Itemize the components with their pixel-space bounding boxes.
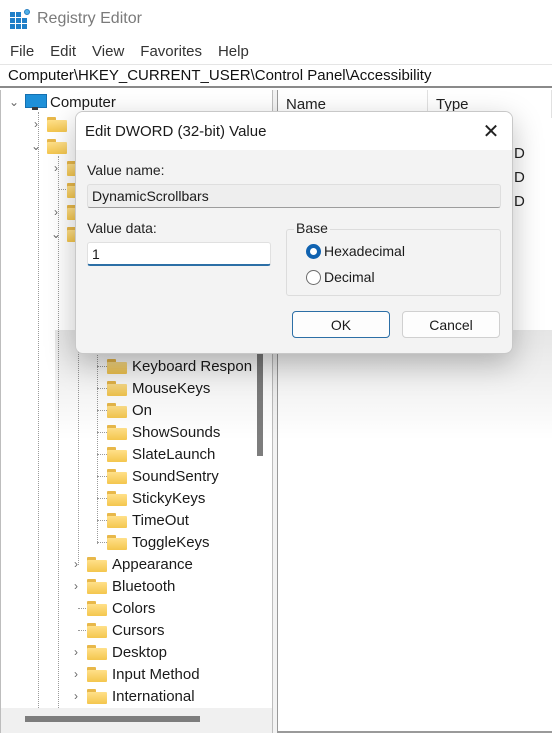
folder-icon: [107, 490, 127, 506]
window-title: Registry Editor: [37, 10, 142, 27]
chevron-down-icon[interactable]: ⌄: [49, 227, 63, 241]
value-data-label: Value data:: [87, 220, 157, 236]
menu-help[interactable]: Help: [218, 43, 249, 60]
folder-icon: [87, 600, 107, 616]
tree-item-soundsentry[interactable]: SoundSentry: [89, 465, 219, 487]
base-label: Base: [294, 220, 330, 236]
folder-icon: [107, 446, 127, 462]
cancel-button[interactable]: Cancel: [402, 311, 500, 338]
registry-editor-icon: [10, 9, 30, 29]
tree-item-showsounds[interactable]: ShowSounds: [89, 421, 220, 443]
folder-icon: [87, 688, 107, 704]
tree-horizontal-scrollbar-thumb[interactable]: [25, 716, 200, 722]
folder-icon: [87, 666, 107, 682]
tree-item-label: Appearance: [112, 555, 193, 573]
value-data-input[interactable]: 1: [87, 242, 271, 266]
base-group: [286, 229, 501, 296]
close-button[interactable]: ✕: [476, 116, 506, 146]
computer-icon: [25, 94, 47, 110]
chevron-right-icon[interactable]: ›: [69, 667, 83, 681]
tree-item-togglekeys[interactable]: ToggleKeys: [89, 531, 210, 553]
dialog-title: Edit DWORD (32-bit) Value: [85, 122, 267, 140]
folder-icon: [107, 380, 127, 396]
chevron-down-icon[interactable]: ⌄: [29, 139, 43, 153]
close-icon: ✕: [482, 120, 500, 143]
radio-checked-icon[interactable]: [306, 243, 321, 259]
folder-icon: [47, 116, 67, 132]
tree-item-slatelaunch[interactable]: SlateLaunch: [89, 443, 215, 465]
tree-item[interactable]: ›: [29, 113, 72, 135]
tree-item-timeout[interactable]: TimeOut: [89, 509, 189, 531]
radio-unchecked-icon[interactable]: [306, 269, 321, 285]
folder-icon: [107, 424, 127, 440]
chevron-right-icon[interactable]: ›: [69, 579, 83, 593]
tree-item-label: International: [112, 687, 195, 705]
tree-item-input-method[interactable]: › Input Method: [69, 663, 200, 685]
folder-icon: [107, 468, 127, 484]
address-path[interactable]: Computer\HKEY_CURRENT_USER\Control Panel…: [8, 67, 431, 84]
tree-item-label: Bluetooth: [112, 577, 176, 595]
chevron-right-icon[interactable]: ›: [49, 161, 63, 175]
tree-item-label: On: [132, 401, 153, 419]
tree-item-label: Computer: [50, 93, 116, 111]
edit-dword-dialog: Edit DWORD (32-bit) Value ✕ Value name: …: [75, 111, 513, 354]
tree-item-mousekeys[interactable]: MouseKeys: [89, 377, 210, 399]
tree-item-label: Desktop: [112, 643, 168, 661]
folder-icon: [87, 578, 107, 594]
menu-favorites[interactable]: Favorites: [140, 43, 202, 60]
chevron-right-icon[interactable]: ›: [29, 117, 43, 131]
tree-item-label: TimeOut: [132, 511, 189, 529]
tree-item-label: StickyKeys: [132, 489, 206, 507]
chevron-right-icon[interactable]: ›: [69, 557, 83, 571]
tree-item-label: ToggleKeys: [132, 533, 210, 551]
tree-item-cursors[interactable]: Cursors: [69, 619, 165, 641]
menu-view[interactable]: View: [92, 43, 124, 60]
menu-bar: File Edit View Favorites Help: [0, 38, 552, 64]
type-cell: D: [514, 169, 525, 186]
folder-icon: [87, 556, 107, 572]
chevron-right-icon[interactable]: ›: [69, 689, 83, 703]
radio-hexadecimal[interactable]: Hexadecimal: [306, 243, 405, 259]
tree-item[interactable]: ⌄: [29, 135, 72, 157]
folder-icon: [107, 402, 127, 418]
value-name-label: Value name:: [87, 162, 165, 178]
menu-edit[interactable]: Edit: [50, 43, 76, 60]
tree-item-bluetooth[interactable]: › Bluetooth: [69, 575, 175, 597]
dialog-title-bar: Edit DWORD (32-bit) Value ✕: [76, 112, 512, 150]
tree-item-appearance[interactable]: › Appearance: [69, 553, 193, 575]
title-bar: Registry Editor: [0, 0, 552, 38]
type-cell: D: [514, 193, 525, 210]
tree-item-label: Input Method: [112, 665, 200, 683]
type-cell: D: [514, 145, 525, 162]
tree-item-stickykeys[interactable]: StickyKeys: [89, 487, 205, 509]
tree-vertical-scrollbar-thumb[interactable]: [257, 352, 263, 456]
folder-icon: [87, 644, 107, 660]
tree-item-label: Keyboard Respon: [132, 357, 253, 375]
tree-item-label: MouseKeys: [132, 379, 211, 397]
folder-icon: [107, 358, 127, 374]
chevron-right-icon[interactable]: ›: [69, 645, 83, 659]
address-bar[interactable]: Computer\HKEY_CURRENT_USER\Control Panel…: [0, 64, 552, 88]
tree-item-label: SlateLaunch: [132, 445, 216, 463]
folder-icon: [87, 622, 107, 638]
tree-item-international[interactable]: › International: [69, 685, 195, 707]
tree-item-label: SoundSentry: [132, 467, 219, 485]
tree-item-colors[interactable]: Colors: [69, 597, 155, 619]
value-name-field[interactable]: DynamicScrollbars: [87, 184, 501, 208]
menu-file[interactable]: File: [10, 43, 34, 60]
folder-icon: [107, 534, 127, 550]
chevron-right-icon[interactable]: ›: [49, 205, 63, 219]
tree-item-desktop[interactable]: › Desktop: [69, 641, 167, 663]
ok-button[interactable]: OK: [292, 311, 390, 338]
folder-icon: [107, 512, 127, 528]
chevron-down-icon[interactable]: ⌄: [7, 95, 21, 109]
tree-item-label: ShowSounds: [132, 423, 221, 441]
tree-item-label: Colors: [112, 599, 156, 617]
radio-decimal[interactable]: Decimal: [306, 269, 375, 285]
folder-icon: [47, 138, 67, 154]
tree-item-label: Cursors: [112, 621, 165, 639]
tree-item-computer[interactable]: ⌄ Computer: [7, 91, 116, 113]
tree-item-on[interactable]: On: [89, 399, 152, 421]
tree-item-keyboard-response[interactable]: Keyboard Respon: [89, 355, 252, 377]
